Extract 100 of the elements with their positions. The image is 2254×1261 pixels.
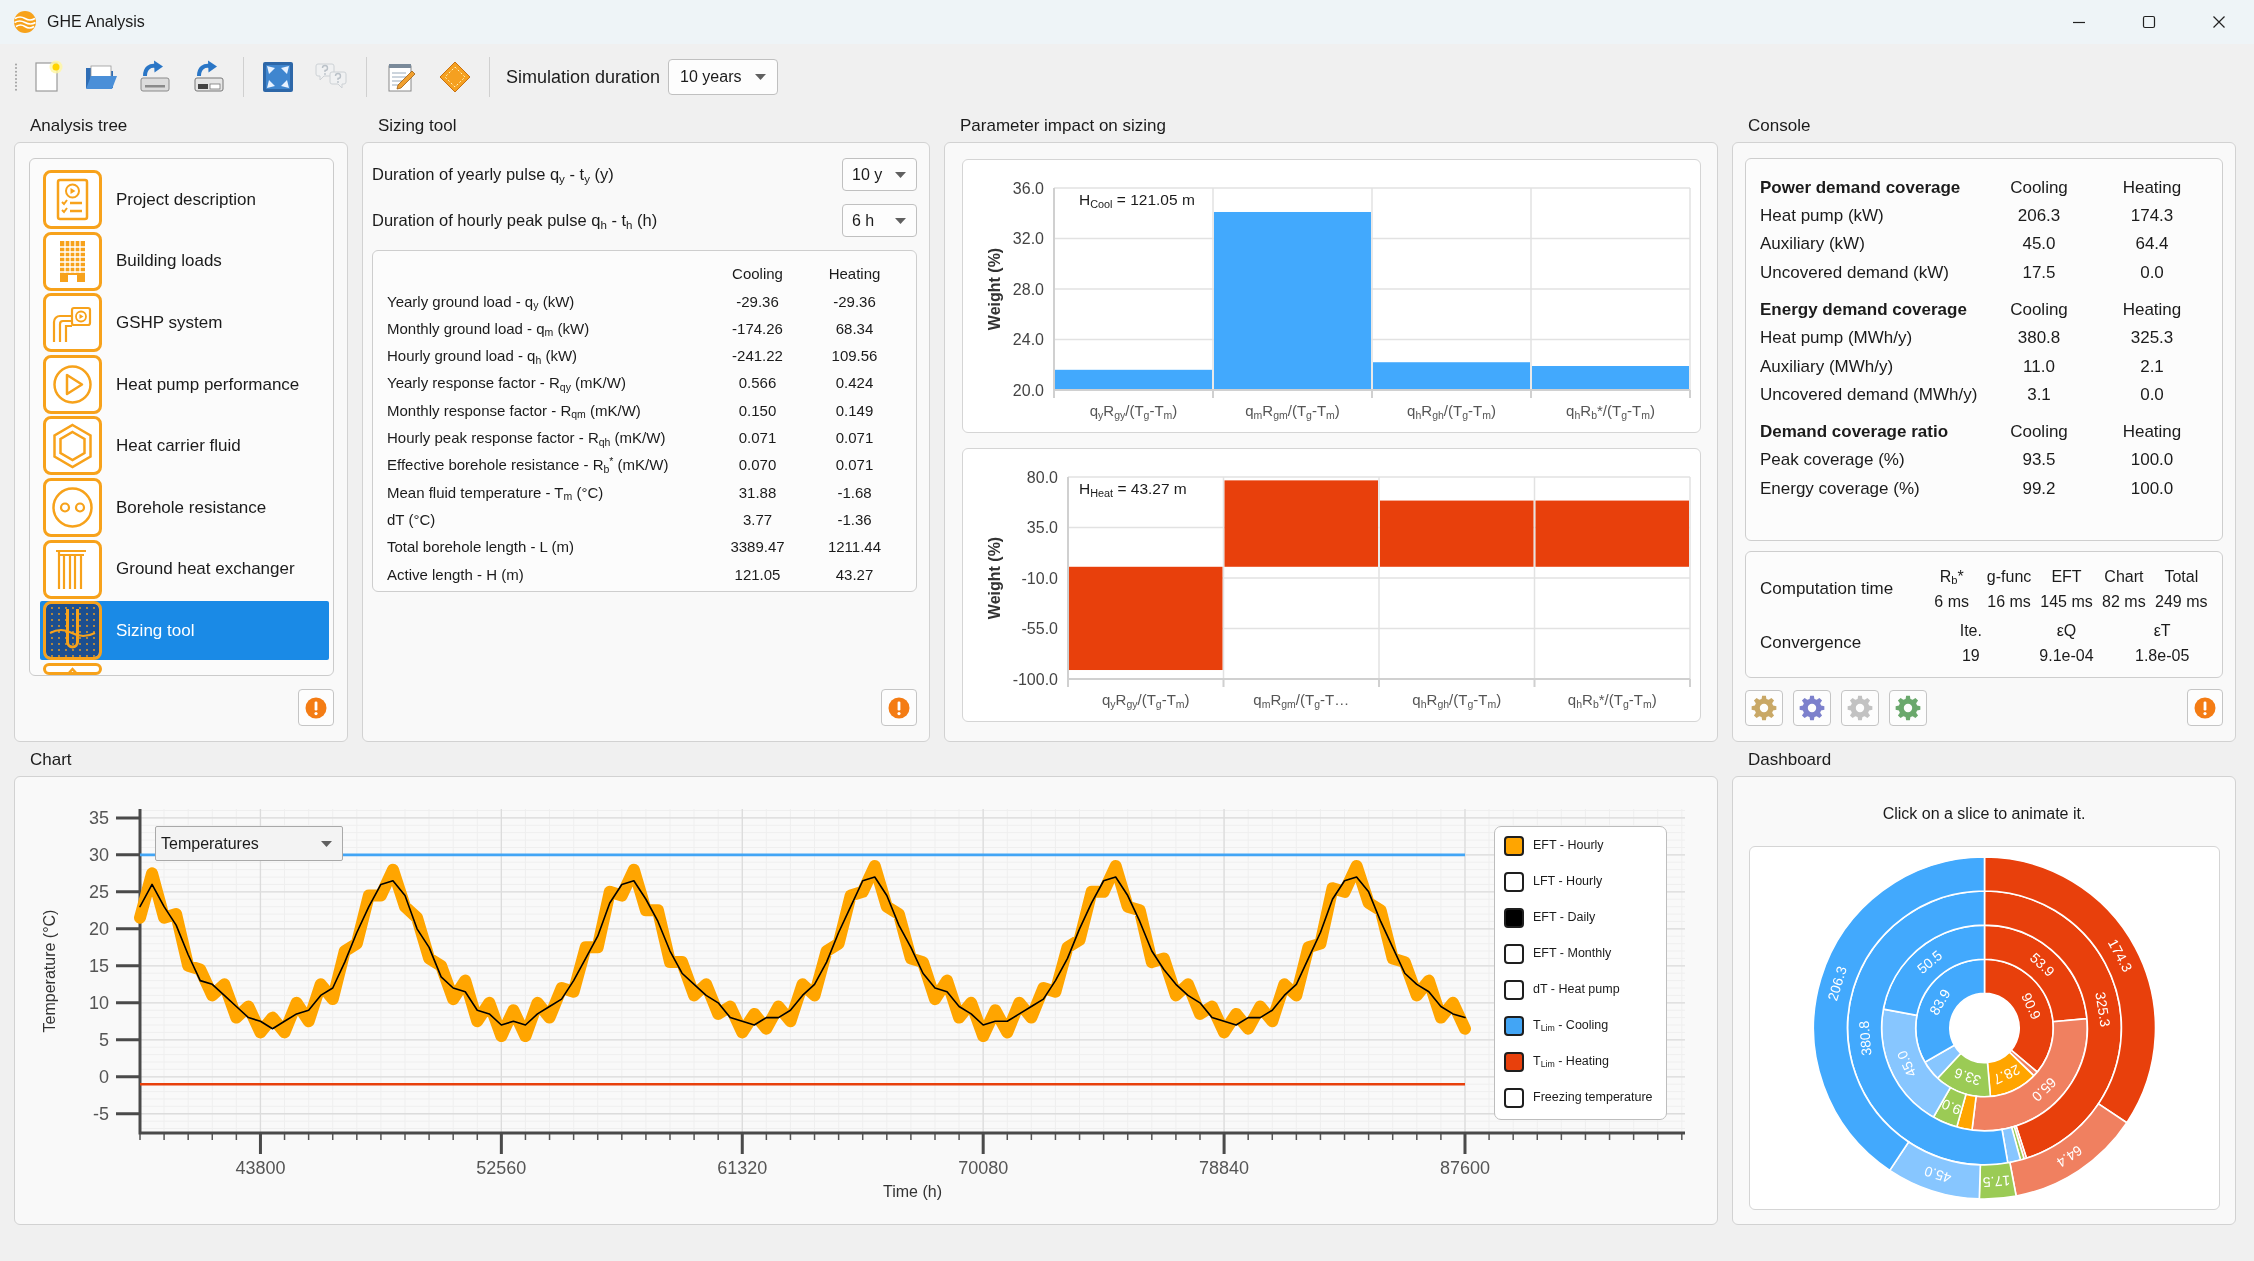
tick-label: 80.0	[1026, 468, 1058, 486]
table-value: 45.0	[2021, 233, 2057, 255]
slice-label: 380.8	[1855, 1020, 1874, 1057]
tick-label: 30	[88, 844, 109, 865]
metric-name: g-func	[1985, 566, 2033, 587]
table-value: -1.68	[836, 483, 873, 503]
table-value: 100.0	[2129, 477, 2175, 499]
table-value: 121.05	[733, 565, 782, 585]
table-value: 206.3	[2016, 204, 2062, 227]
annotation-label: H$_{Heat}$ = 43.27 m	[1079, 479, 1187, 500]
panel-title: Chart	[29, 749, 73, 771]
metric-value: 82 ms	[2101, 591, 2147, 612]
panel-title: Analysis tree	[29, 115, 129, 137]
slice-label: 90.9	[2017, 990, 2044, 1022]
table-value: 3.1	[2026, 383, 2052, 406]
panel-title: Console	[1747, 115, 1812, 137]
legend-label: EFT - Hourly	[1533, 838, 1604, 854]
table-value: 3389.47	[729, 538, 786, 557]
table-value: 31.88	[737, 483, 778, 503]
tick-label: 61320	[717, 1158, 768, 1178]
table-value: 325.3	[2129, 327, 2175, 349]
row-label: Auxiliary (MWh/y)	[1760, 355, 1895, 377]
tick-label: 35	[88, 807, 109, 828]
tick-label: 20	[88, 918, 109, 939]
tick-label: 20.0	[1012, 381, 1044, 399]
slice-label: 45.0	[1893, 1048, 1920, 1080]
column-header: Cooling	[731, 265, 784, 284]
table-value: 380.8	[2016, 327, 2062, 349]
row-label: Total borehole length - L (m)	[387, 538, 576, 557]
metric-value: 145 ms	[2039, 591, 2094, 612]
row-label: Monthly ground load - q$_{m}$ (kW)	[387, 319, 591, 339]
slice-label: 53.9	[2026, 949, 2058, 980]
tick-label: -10.0	[1021, 569, 1058, 587]
table-value: 100.0	[2129, 449, 2175, 471]
category-label: q$_{h}$R$_{b}$*/(T$_{g}$-T$_{m}$)	[1566, 402, 1655, 419]
table-value: 2.1	[2139, 355, 2165, 377]
legend-label: dT - Heat pump	[1533, 982, 1620, 998]
row-label: Heat pump (kW)	[1760, 204, 1885, 227]
tick-label: 52560	[476, 1158, 527, 1178]
tick-label: 35.0	[1026, 519, 1058, 536]
field-label: Simulation duration	[506, 65, 661, 89]
column-header: Cooling	[2009, 420, 2069, 443]
legend-label: T$_{Lim}$ - Heating	[1533, 1054, 1609, 1070]
legend-label: T$_{Lim}$ - Cooling	[1533, 1018, 1609, 1034]
row-label: Convergence	[1760, 632, 1863, 654]
tick-label: -5	[93, 1103, 109, 1124]
metric-name: R$_{b}$*	[1938, 566, 1965, 587]
column-header: Heating	[827, 265, 882, 284]
metric-value: 19	[1960, 645, 1981, 666]
table-value: 0.149	[834, 401, 875, 421]
section-heading: Power demand coverage	[1760, 176, 1962, 198]
field-label: Duration of yearly pulse q$_{y}$ - t$_{y}$ (y)	[372, 164, 614, 185]
window-title: GHE Analysis	[47, 12, 145, 32]
tick-label: 70080	[958, 1158, 1009, 1178]
row-label: Active length - H (m)	[387, 565, 525, 585]
row-label: Effective borehole resistance - R$_{b}$$^{*}$ (mK/W)	[387, 456, 670, 476]
category-label: q$_{h}$R$_{gh}$/(T$_{g}$-T$_{m}$)	[1407, 402, 1496, 419]
row-label: dT (°C)	[387, 510, 437, 530]
slice-label: 64.4	[2053, 1142, 2085, 1171]
metric-name: Total	[2163, 566, 2200, 587]
table-value: 0.424	[834, 374, 875, 394]
table-value: -174.26	[731, 319, 784, 339]
slice-label: 65.0	[2028, 1074, 2060, 1105]
tick-label: -55.0	[1021, 620, 1058, 637]
section-heading: Demand coverage ratio	[1760, 420, 1949, 443]
slice-label: 325.3	[2091, 990, 2114, 1028]
tick-label: 25	[88, 881, 109, 902]
tick-label: 0	[99, 1066, 109, 1087]
row-label: Uncovered demand (MWh/y)	[1760, 383, 1979, 406]
axis-label: Weight (%)	[985, 536, 1003, 620]
column-header: Heating	[2121, 298, 2183, 320]
table-value: 1211.44	[826, 538, 883, 557]
column-header: Heating	[2121, 420, 2183, 443]
metric-name: Chart	[2103, 566, 2145, 587]
table-value: 68.34	[834, 319, 875, 339]
panel-title: Sizing tool	[377, 115, 458, 137]
metric-name: Ite.	[1958, 620, 1983, 641]
panel-title: Parameter impact on sizing	[959, 115, 1167, 137]
table-value: 0.0	[2139, 383, 2165, 406]
row-label: Energy coverage (%)	[1760, 477, 1921, 499]
table-value: 0.150	[737, 401, 778, 421]
legend-label: EFT - Monthly	[1533, 946, 1612, 962]
metric-name: εQ	[2055, 620, 2078, 641]
tick-label: 43800	[235, 1158, 286, 1178]
table-value: 43.27	[834, 565, 875, 585]
axis-label: Time (h)	[883, 1182, 942, 1200]
tick-label: 32.0	[1012, 230, 1044, 247]
tick-label: 87600	[1439, 1158, 1490, 1178]
slice-label: 17.5	[1981, 1172, 2011, 1191]
table-value: 99.2	[2021, 477, 2057, 499]
slice-label: 9.0	[1938, 1096, 1963, 1119]
axis-label: Weight (%)	[985, 247, 1003, 331]
legend-label: EFT - Daily	[1533, 910, 1596, 926]
category-label: q$_{h}$R$_{gh}$/(T$_{g}$-T$_{m}$)	[1412, 691, 1502, 708]
table-value: 109.56	[830, 347, 879, 366]
row-label: Peak coverage (%)	[1760, 449, 1906, 471]
row-label: Yearly response factor - R$_{qy}$ (mK/W)	[387, 374, 627, 394]
table-value: 0.071	[737, 429, 778, 448]
row-label: Monthly response factor - R$_{qm}$ (mK/W)	[387, 401, 642, 421]
table-value: 64.4	[2134, 233, 2170, 255]
